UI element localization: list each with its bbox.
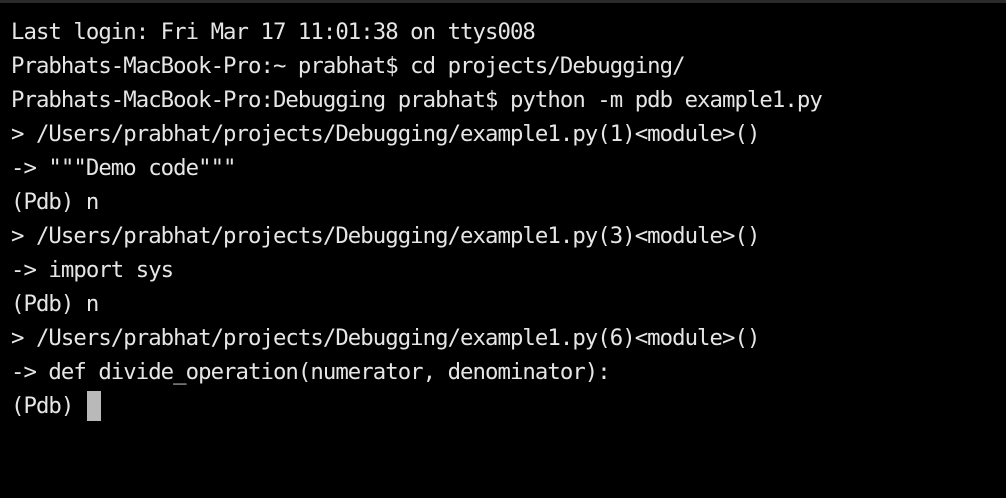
terminal-line-cd-command: Prabhats-MacBook-Pro:~ prabhat$ cd proje… bbox=[11, 53, 686, 79]
terminal-line-pdb-command: (Pdb) n bbox=[11, 291, 99, 317]
terminal-line-last-login: Last login: Fri Mar 17 11:01:38 on ttys0… bbox=[11, 19, 536, 45]
terminal-line-pdb-location: > /Users/prabhat/projects/Debugging/exam… bbox=[11, 121, 760, 147]
terminal-line-pdb-location: > /Users/prabhat/projects/Debugging/exam… bbox=[11, 223, 760, 249]
terminal-line-pdb-source: -> def divide_operation(numerator, denom… bbox=[11, 359, 611, 385]
terminal-line-python-pdb-command: Prabhats-MacBook-Pro:Debugging prabhat$ … bbox=[11, 87, 823, 113]
terminal-output[interactable]: Last login: Fri Mar 17 11:01:38 on ttys0… bbox=[0, 3, 1006, 498]
text-cursor bbox=[87, 391, 102, 421]
terminal-line-pdb-location: > /Users/prabhat/projects/Debugging/exam… bbox=[11, 325, 760, 351]
terminal-line-pdb-source: -> import sys bbox=[11, 257, 174, 283]
pdb-prompt: (Pdb) bbox=[11, 393, 74, 419]
terminal-line-pdb-source: -> """Demo code""" bbox=[11, 155, 236, 181]
terminal-line-pdb-command: (Pdb) n bbox=[11, 189, 99, 215]
terminal-input-line[interactable]: (Pdb) bbox=[11, 389, 1006, 423]
